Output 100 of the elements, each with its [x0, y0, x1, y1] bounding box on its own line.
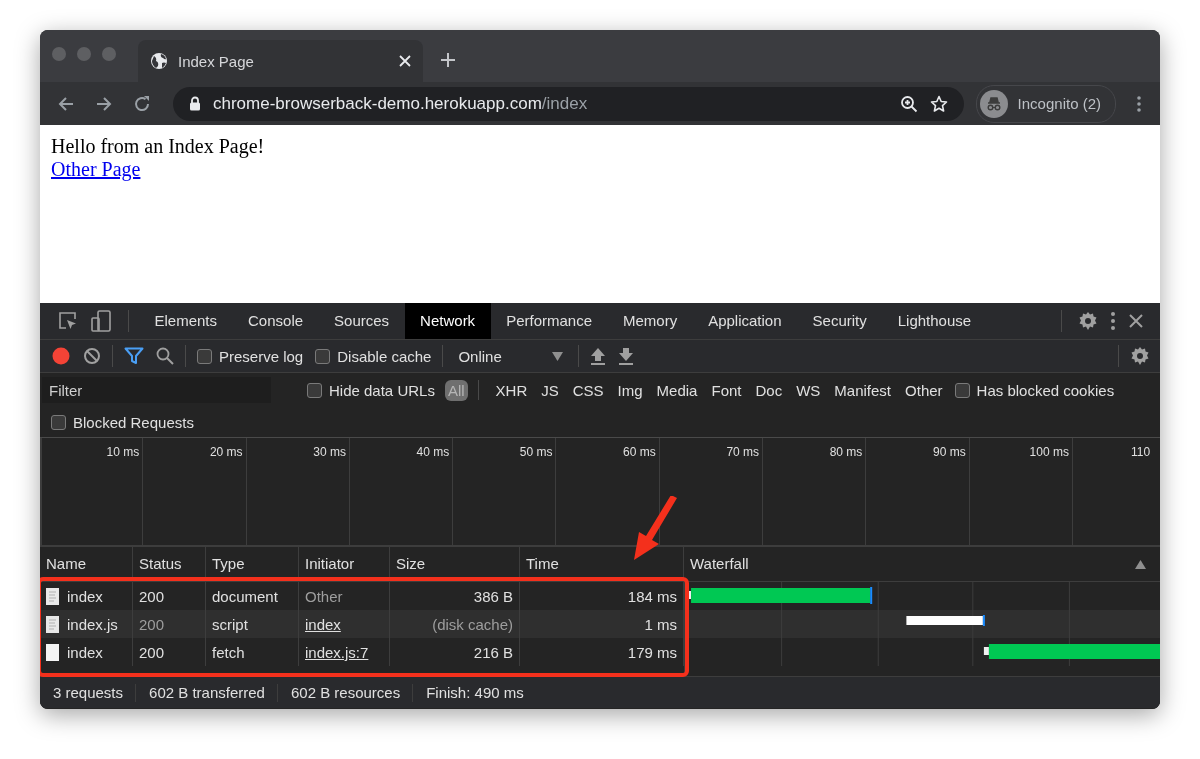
tick-label: 10 ms — [106, 445, 140, 459]
new-tab-icon[interactable] — [440, 52, 456, 68]
tick-label: 90 ms — [933, 445, 966, 459]
type-filter[interactable]: Doc — [753, 379, 785, 401]
search-icon[interactable] — [156, 347, 174, 365]
column-header[interactable]: Status — [133, 547, 206, 581]
type-filter[interactable]: Manifest — [832, 379, 894, 401]
checkbox-label[interactable]: Blocked Requests — [51, 413, 194, 431]
table-cell: 200 — [139, 587, 165, 605]
devtools-tab[interactable]: Network — [404, 303, 491, 339]
inspect-icon[interactable] — [58, 311, 78, 331]
table-cell: Other — [305, 587, 343, 605]
devtools-tab[interactable]: Console — [232, 303, 319, 339]
table-cell: 184 ms — [627, 587, 677, 605]
column-header[interactable]: Size — [390, 547, 520, 581]
initiator-link[interactable]: index — [305, 615, 341, 633]
type-filter[interactable]: CSS — [570, 379, 606, 401]
tick-label: 60 ms — [623, 445, 656, 459]
tick-label: 100 ms — [1029, 445, 1069, 459]
table-cell: index — [67, 643, 103, 661]
table-cell: 386 B — [473, 587, 513, 605]
sort-icon — [1135, 559, 1146, 569]
tick-label: 70 ms — [726, 445, 760, 459]
table-cell: (disk cache) — [432, 615, 513, 633]
table-cell: 216 B — [473, 643, 513, 661]
type-filter[interactable]: Font — [709, 379, 744, 401]
address-bar[interactable]: chrome-browserback-demo.herokuapp.com/index — [173, 86, 964, 121]
type-filter[interactable]: JS — [539, 379, 561, 401]
back-icon[interactable] — [57, 94, 75, 113]
table-cell: script — [212, 615, 248, 633]
type-filter[interactable]: Img — [615, 379, 645, 401]
checkbox-label[interactable]: Hide data URLs — [307, 381, 435, 399]
type-filter[interactable]: XHR — [493, 379, 530, 401]
device-icon[interactable] — [90, 310, 112, 332]
devtools-tab[interactable]: Performance — [490, 303, 608, 339]
download-icon[interactable] — [617, 347, 634, 365]
devtools-tab[interactable]: Elements — [139, 303, 233, 339]
table-cell: 200 — [139, 643, 165, 661]
table-cell: index.js — [67, 615, 118, 633]
status-text: 602 B resources — [277, 683, 414, 702]
table-cell: 200 — [139, 615, 165, 633]
devtools-tab[interactable]: Application — [692, 303, 798, 339]
filter-field[interactable]: Filter — [42, 377, 271, 403]
devtools-tab[interactable]: Lighthouse — [882, 303, 987, 339]
table-cell: 1 ms — [644, 615, 677, 633]
initiator-link[interactable]: index.js:7 — [305, 643, 369, 661]
column-header[interactable]: Initiator — [299, 547, 390, 581]
upload-icon[interactable] — [589, 347, 606, 365]
reload-icon[interactable] — [133, 94, 151, 113]
table-cell: document — [212, 587, 278, 605]
tick-label: 110 — [1130, 445, 1151, 459]
zoom-icon[interactable] — [899, 94, 918, 113]
globe-icon — [150, 52, 168, 70]
devtools-tab[interactable]: Sources — [318, 303, 405, 339]
page-link[interactable]: Other Page — [51, 158, 141, 180]
star-icon[interactable] — [929, 94, 948, 113]
type-filter[interactable]: WS — [794, 379, 823, 401]
record-icon[interactable] — [51, 346, 71, 366]
type-filter[interactable]: Media — [654, 379, 700, 401]
tick-label: 80 ms — [829, 445, 863, 459]
devtools-tab[interactable]: Security — [797, 303, 883, 339]
checkbox-label[interactable]: Disable cache — [315, 347, 432, 365]
dropdown-icon — [551, 351, 563, 361]
more-icon[interactable] — [1110, 311, 1116, 331]
lock-icon — [189, 96, 201, 111]
annotation-arrow — [633, 496, 679, 562]
status-text: 3 requests — [40, 683, 137, 702]
tick-label: 20 ms — [209, 445, 243, 459]
forward-icon[interactable] — [95, 94, 113, 113]
checkbox[interactable] — [954, 382, 970, 398]
tab-title[interactable]: Index Page — [178, 52, 254, 70]
checkbox[interactable] — [307, 382, 322, 398]
filter-icon[interactable] — [124, 347, 144, 365]
checkbox[interactable] — [315, 348, 331, 364]
menu-icon[interactable] — [1136, 94, 1142, 113]
column-header[interactable]: Type — [206, 547, 299, 581]
settings-icon[interactable] — [1078, 311, 1098, 331]
checkbox-label[interactable]: Preserve log — [197, 347, 304, 365]
profile-button[interactable]: Incognito (2) — [975, 84, 1116, 123]
tick-label: 40 ms — [416, 445, 450, 459]
checkbox[interactable] — [51, 414, 66, 430]
column-header[interactable]: Waterfall — [684, 547, 1160, 581]
table-cell: fetch — [212, 643, 245, 661]
status-text: Finish: 490 ms — [425, 683, 525, 702]
table-cell: index — [67, 587, 103, 605]
page-heading: Hello from an Index Page! — [51, 135, 266, 158]
column-header[interactable]: Name — [40, 547, 133, 581]
clear-icon[interactable] — [83, 347, 101, 365]
table-cell: 179 ms — [627, 643, 677, 661]
close-icon[interactable] — [1128, 313, 1144, 329]
tick-label: 30 ms — [313, 445, 346, 459]
throttling-dropdown[interactable]: Online — [454, 347, 567, 365]
settings-icon[interactable] — [1130, 346, 1150, 366]
devtools-tab[interactable]: Memory — [607, 303, 693, 339]
type-filter[interactable]: Other — [903, 379, 945, 401]
incognito-icon — [979, 89, 1008, 118]
checkbox-label[interactable]: Has blocked cookies — [954, 381, 1115, 399]
status-text: 602 B transferred — [136, 683, 278, 702]
checkbox[interactable] — [197, 348, 212, 364]
tick-label: 50 ms — [519, 445, 553, 459]
